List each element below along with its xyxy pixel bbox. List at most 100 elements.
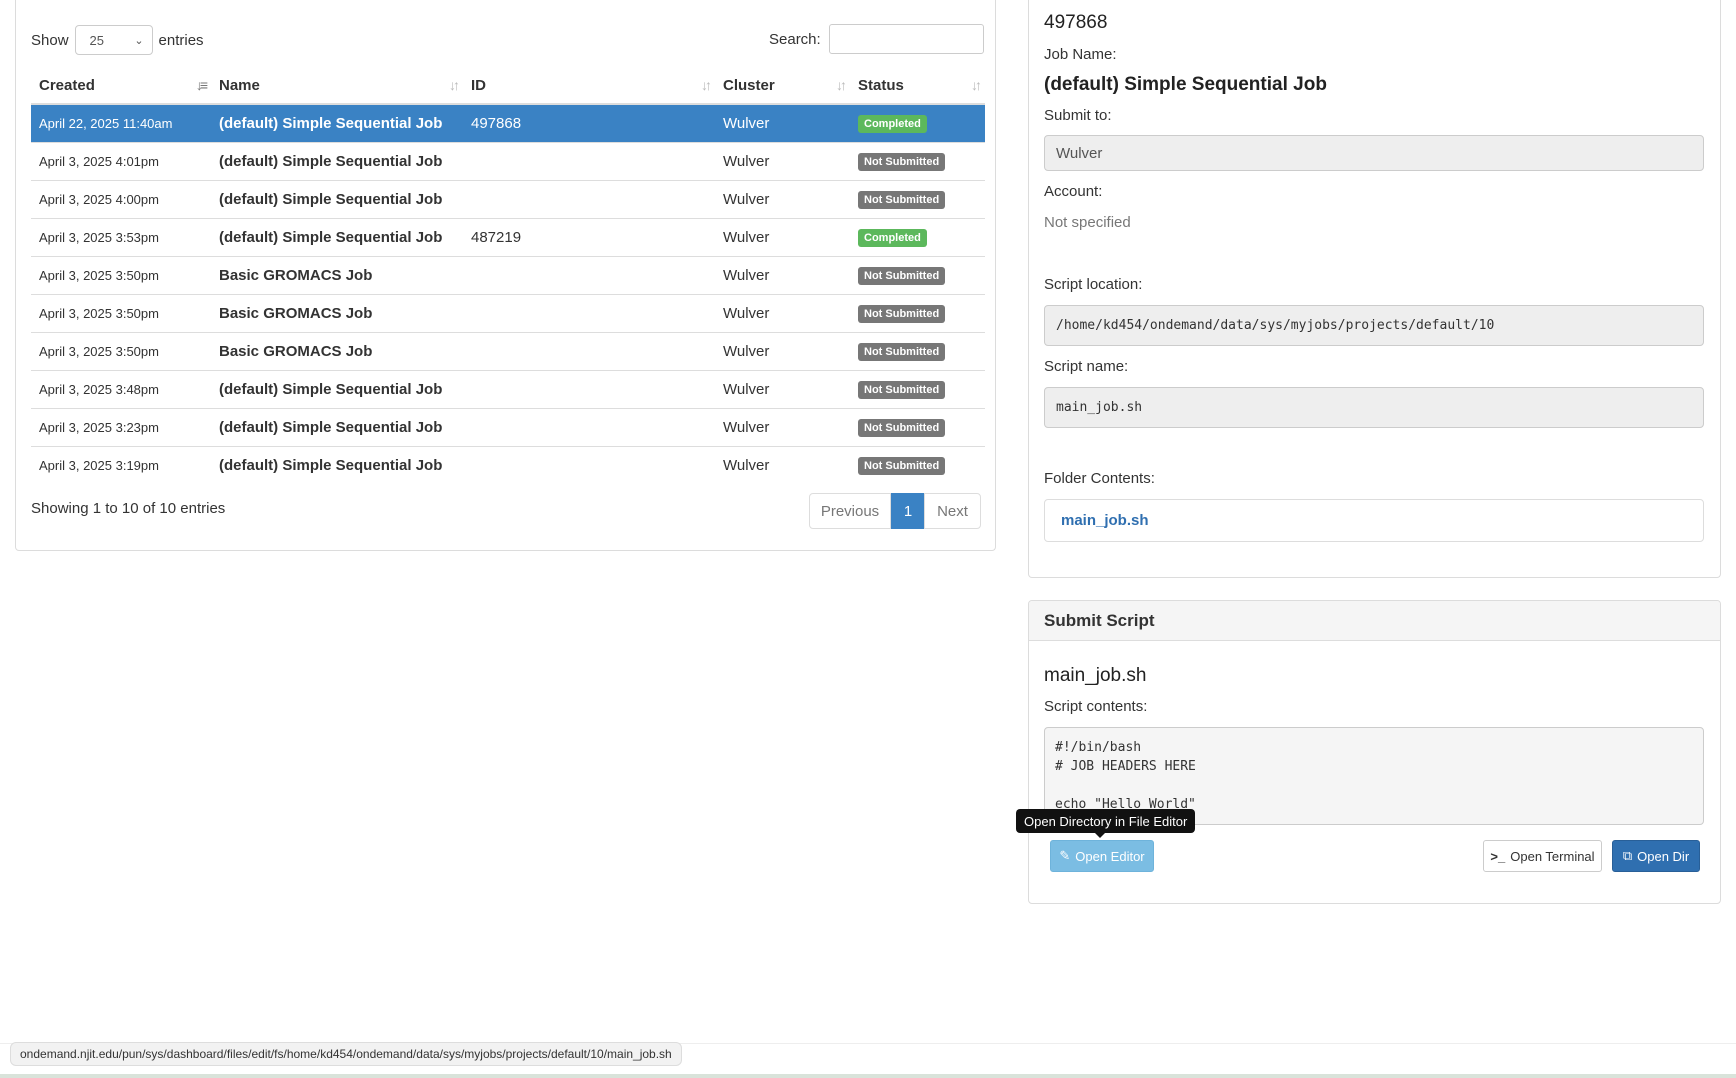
show-entries-control: Show 25 ⌄ entries	[31, 24, 204, 56]
status-badge: Not Submitted	[858, 418, 946, 437]
tooltip-arrow	[1095, 833, 1105, 838]
cell-created: April 3, 2025 3:19pm	[31, 445, 211, 484]
script-file-name: main_job.sh	[1044, 665, 1147, 686]
open-dir-button[interactable]: ⧉ Open Dir	[1612, 840, 1700, 872]
bottom-edge	[0, 1074, 1736, 1078]
cell-created: April 3, 2025 4:01pm	[31, 141, 211, 180]
folder-contents-label: Folder Contents:	[1044, 470, 1155, 487]
table-row[interactable]: April 3, 2025 3:53pm (default) Simple Seq…	[31, 217, 985, 256]
open-editor-button[interactable]: ✎ Open Editor	[1050, 840, 1154, 872]
status-badge: Not Submitted	[858, 266, 946, 285]
cell-name: Basic GROMACS Job	[211, 331, 463, 370]
folder-file-link[interactable]: main_job.sh	[1061, 512, 1149, 529]
cell-name: Basic GROMACS Job	[211, 255, 463, 294]
cell-id	[463, 293, 715, 332]
open-directory-tooltip: Open Directory in File Editor	[1016, 809, 1196, 833]
cell-cluster: Wulver	[715, 293, 850, 332]
table-row[interactable]: April 3, 2025 3:50pm Basic GROMACS Job Wul…	[31, 293, 985, 332]
cell-status: Not Submitted	[850, 255, 985, 294]
cell-status: Not Submitted	[850, 293, 985, 332]
previous-page-button[interactable]: Previous	[809, 493, 891, 529]
show-label: Show	[31, 31, 69, 49]
cell-cluster: Wulver	[715, 407, 850, 446]
chevron-down-icon: ⌄	[134, 34, 144, 47]
submit-script-heading: Submit Script	[1029, 601, 1720, 641]
open-terminal-button[interactable]: >_ Open Terminal	[1483, 840, 1602, 872]
cell-created: April 3, 2025 3:53pm	[31, 217, 211, 256]
folder-contents-box: main_job.sh	[1044, 499, 1704, 542]
cell-name: (default) Simple Sequential Job	[211, 103, 463, 142]
cell-cluster: Wulver	[715, 141, 850, 180]
status-badge: Not Submitted	[858, 152, 946, 171]
status-badge: Not Submitted	[858, 380, 946, 399]
cell-name: (default) Simple Sequential Job	[211, 179, 463, 218]
entries-select[interactable]: 25 ⌄	[74, 25, 153, 55]
cell-status: Not Submitted	[850, 179, 985, 218]
table-row[interactable]: April 3, 2025 3:48pm (default) Simple Seq…	[31, 369, 985, 408]
next-page-button[interactable]: Next	[924, 493, 981, 529]
pencil-icon: ✎	[1059, 848, 1071, 863]
cell-id	[463, 331, 715, 370]
cell-created: April 3, 2025 3:50pm	[31, 293, 211, 332]
external-link-icon: ⧉	[1622, 848, 1633, 863]
cell-status: Completed	[850, 103, 985, 142]
status-badge: Not Submitted	[858, 190, 946, 209]
table-row[interactable]: April 3, 2025 4:00pm (default) Simple Seq…	[31, 179, 985, 218]
page-1-button[interactable]: 1	[891, 493, 925, 529]
cell-created: April 3, 2025 3:50pm	[31, 331, 211, 370]
job-name-label: Job Name:	[1044, 46, 1117, 63]
cell-status: Not Submitted	[850, 445, 985, 484]
cell-name: (default) Simple Sequential Job	[211, 217, 463, 256]
sort-icon: ↓↑	[449, 77, 460, 93]
status-badge: Completed	[858, 228, 927, 247]
cell-name: (default) Simple Sequential Job	[211, 445, 463, 484]
table-row[interactable]: April 3, 2025 3:23pm (default) Simple Seq…	[31, 407, 985, 446]
column-header-status[interactable]: Status ↓↑	[850, 68, 985, 105]
cell-created: April 22, 2025 11:40am	[31, 103, 211, 142]
column-header-created[interactable]: Created ↓≡	[31, 68, 211, 105]
table-row[interactable]: April 3, 2025 3:50pm Basic GROMACS Job Wul…	[31, 331, 985, 370]
cell-cluster: Wulver	[715, 217, 850, 256]
table-row[interactable]: April 3, 2025 3:19pm (default) Simple Seq…	[31, 445, 985, 484]
account-label: Account:	[1044, 183, 1103, 200]
column-header-name[interactable]: Name ↓↑	[211, 68, 463, 105]
browser-status-url: ondemand.njit.edu/pun/sys/dashboard/file…	[10, 1042, 682, 1066]
cell-created: April 3, 2025 3:50pm	[31, 255, 211, 294]
job-name: (default) Simple Sequential Job	[1044, 74, 1327, 95]
cell-cluster: Wulver	[715, 369, 850, 408]
entries-label: entries	[158, 31, 204, 49]
cell-status: Completed	[850, 217, 985, 256]
column-header-id[interactable]: ID ↓↑	[463, 68, 715, 105]
cell-cluster: Wulver	[715, 103, 850, 142]
table-info: Showing 1 to 10 of 10 entries	[31, 500, 226, 517]
cell-status: Not Submitted	[850, 141, 985, 180]
cell-id: 497868	[463, 103, 715, 142]
sort-icon: ↓↑	[836, 77, 847, 93]
submit-to-field: Wulver	[1044, 135, 1704, 171]
cell-name: (default) Simple Sequential Job	[211, 407, 463, 446]
cell-name: (default) Simple Sequential Job	[211, 141, 463, 180]
table-row[interactable]: April 3, 2025 4:01pm (default) Simple Seq…	[31, 141, 985, 180]
script-location-field: /home/kd454/ondemand/data/sys/myjobs/pro…	[1044, 305, 1704, 346]
script-name-label: Script name:	[1044, 358, 1129, 375]
cell-status: Not Submitted	[850, 407, 985, 446]
table-row[interactable]: April 3, 2025 3:50pm Basic GROMACS Job Wul…	[31, 255, 985, 294]
cell-id: 487219	[463, 217, 715, 256]
table-row[interactable]: April 22, 2025 11:40am (default) Simple S…	[31, 103, 985, 142]
column-header-cluster[interactable]: Cluster ↓↑	[715, 68, 850, 105]
cell-status: Not Submitted	[850, 369, 985, 408]
submit-to-label: Submit to:	[1044, 107, 1112, 124]
script-contents-label: Script contents:	[1044, 698, 1148, 715]
status-badge: Not Submitted	[858, 304, 946, 323]
cell-name: (default) Simple Sequential Job	[211, 369, 463, 408]
entries-value: 25	[89, 32, 104, 48]
job-id-heading: 497868	[1044, 12, 1108, 33]
cell-id	[463, 369, 715, 408]
script-location-label: Script location:	[1044, 276, 1143, 293]
search-input[interactable]	[828, 24, 984, 54]
cell-created: April 3, 2025 4:00pm	[31, 179, 211, 218]
sort-desc-icon: ↓≡	[195, 77, 208, 93]
status-badge: Completed	[858, 114, 927, 133]
cell-status: Not Submitted	[850, 331, 985, 370]
cell-id	[463, 445, 715, 484]
